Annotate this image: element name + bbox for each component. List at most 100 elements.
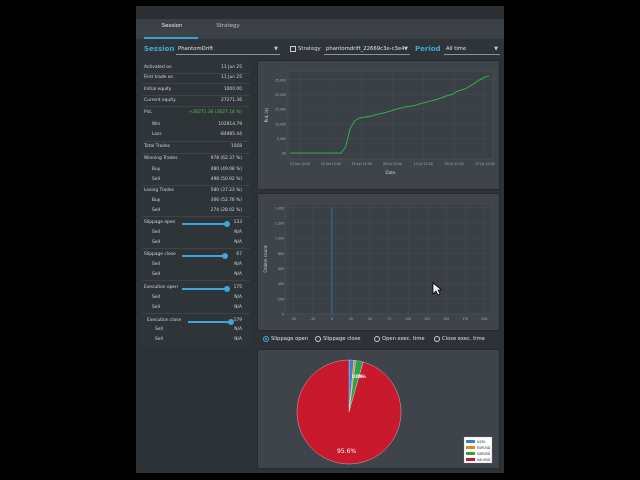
slippage-open-label: Slippage open bbox=[144, 220, 176, 225]
period-select[interactable]: All time ▼ bbox=[444, 43, 500, 55]
strategy-select-value: phantomdrift_22669c3e-c3e4 bbox=[326, 46, 405, 52]
app-window: Session Strategy Session PhantomDrift ▼ … bbox=[136, 6, 504, 473]
tab-session[interactable]: Session bbox=[142, 23, 202, 29]
period-label: Period bbox=[415, 45, 441, 53]
pie-data-label: 95.6% bbox=[337, 448, 356, 455]
chevron-down-icon: ▼ bbox=[494, 46, 498, 52]
filter-bar: Session PhantomDrift ▼ Strategy phantomd… bbox=[136, 39, 504, 59]
slippage-open-sell-value: N/A bbox=[234, 230, 242, 235]
y-tick-label: 0k bbox=[282, 152, 286, 156]
execution-close-sell2-label: Sell bbox=[155, 337, 163, 342]
legend-swatch bbox=[466, 440, 475, 443]
chevron-down-icon: ▼ bbox=[274, 46, 278, 52]
divider bbox=[142, 73, 250, 74]
slippage-close-slider-track[interactable] bbox=[182, 255, 224, 257]
radio-slippage-close[interactable] bbox=[315, 336, 321, 342]
y-tick-label: 10,000 bbox=[275, 122, 286, 126]
losing-buy-value: 306 (52.76 %) bbox=[210, 198, 242, 203]
execution-close-sell-label: Sell bbox=[155, 327, 163, 332]
activated-on-value: 11 Jun 25 bbox=[221, 65, 242, 70]
current-equity-value: 27271.36 bbox=[221, 98, 242, 103]
divider bbox=[142, 153, 250, 154]
x-tick-label: 06 Jul 12:00 bbox=[383, 162, 402, 166]
activated-on-label: Activated on bbox=[144, 65, 172, 70]
x-tick-label: 13 Jul 12:00 bbox=[414, 162, 433, 166]
pie-data-label: 0.0% bbox=[356, 374, 366, 379]
x-tick-label: 20 Jul 12:00 bbox=[445, 162, 464, 166]
y-tick-label: 15,000 bbox=[275, 108, 286, 112]
legend-label: GBPUSD bbox=[477, 452, 491, 456]
radio-slippage-open-label: Slippage open bbox=[271, 336, 309, 342]
y-tick-label: 25,000 bbox=[275, 78, 286, 82]
strategy-label: Strategy bbox=[298, 46, 321, 52]
x-tick-label: 27 Jul 12:00 bbox=[475, 162, 494, 166]
slippage-close-sell-value: N/A bbox=[234, 262, 242, 267]
divider bbox=[142, 185, 250, 186]
x-tick-label: 50 bbox=[368, 317, 372, 321]
execution-open-sell2-label: Sell bbox=[152, 305, 160, 310]
y-tick-label: 0 bbox=[282, 313, 284, 317]
slippage-open-sell-label: Sell bbox=[152, 230, 160, 235]
divider bbox=[142, 216, 250, 217]
stats-panel: Activated on 11 Jun 25 First trade on 11… bbox=[138, 61, 250, 347]
slippage-close-slider-thumb[interactable] bbox=[222, 253, 228, 259]
radio-open-exec-time-label: Open exec. time bbox=[382, 336, 425, 342]
divider bbox=[142, 95, 250, 96]
mouse-cursor-icon bbox=[432, 282, 442, 296]
session-select[interactable]: PhantomDrift ▼ bbox=[176, 43, 280, 55]
loss-value: -84985.44 bbox=[219, 132, 242, 137]
execution-open-slider-track[interactable] bbox=[182, 288, 226, 290]
total-trades-label: Total Trades bbox=[144, 144, 170, 149]
first-trade-label: First trade on bbox=[144, 75, 174, 80]
divider bbox=[142, 280, 250, 281]
tab-strategy[interactable]: Strategy bbox=[198, 23, 258, 29]
execution-close-slider-track[interactable] bbox=[188, 321, 230, 323]
y-tick-label: 400 bbox=[278, 282, 284, 286]
loss-label: Loss bbox=[152, 132, 162, 137]
divider bbox=[142, 248, 250, 249]
y-tick-label: 1,200 bbox=[275, 221, 284, 225]
session-select-value: PhantomDrift bbox=[178, 46, 214, 52]
y-tick-label: 1,000 bbox=[275, 237, 284, 241]
slippage-open-slider-track[interactable] bbox=[182, 223, 226, 225]
pnl-chart-panel: 0k 5,000 10,000 15,000 20,000 25,000 15 Jun 12… bbox=[257, 60, 500, 190]
x-tick-label: 150 bbox=[443, 317, 449, 321]
radio-close-exec-time[interactable] bbox=[434, 336, 440, 342]
losing-sell-value: 274 (28.02 %) bbox=[210, 208, 242, 213]
winning-trades-value: 978 (62.37 %) bbox=[210, 156, 242, 161]
slippage-open-sell2-label: Sell bbox=[152, 240, 160, 245]
histogram-bar bbox=[332, 313, 334, 314]
winning-trades-label: Winning Trades bbox=[144, 156, 178, 161]
current-equity-label: Current equity bbox=[144, 98, 176, 103]
x-tick-label: 75 bbox=[387, 317, 391, 321]
chevron-down-icon: ▼ bbox=[404, 46, 408, 52]
radio-slippage-close-label: Slippage close bbox=[323, 336, 361, 342]
execution-open-slider-thumb[interactable] bbox=[224, 286, 230, 292]
radio-open-exec-time[interactable] bbox=[374, 336, 380, 342]
slippage-open-slider-thumb[interactable] bbox=[224, 221, 230, 227]
legend-swatch bbox=[466, 458, 475, 461]
execution-open-sell-value: N/A bbox=[234, 295, 242, 300]
legend-swatch bbox=[466, 452, 475, 455]
orders-histogram-panel: 0 200 400 600 800 1,000 1,200 1,400 -50 -25 0 25 50 7… bbox=[257, 193, 500, 331]
execution-close-value: 179 bbox=[233, 318, 242, 323]
winning-buy-label: Buy bbox=[152, 167, 161, 172]
radio-slippage-open[interactable] bbox=[263, 336, 269, 342]
divider bbox=[142, 106, 250, 107]
strategy-select[interactable]: phantomdrift_22669c3e-c3e4 ▼ bbox=[324, 43, 410, 55]
x-tick-label: 200 bbox=[481, 317, 487, 321]
slippage-open-value: 133 bbox=[233, 220, 242, 225]
pnl-chart: 0k 5,000 10,000 15,000 20,000 25,000 15 Jun 12… bbox=[264, 70, 495, 175]
pnl-label: PnL bbox=[144, 110, 152, 115]
x-tick-label: 0 bbox=[331, 317, 333, 321]
session-label: Session bbox=[144, 45, 175, 53]
x-tick-label: -50 bbox=[291, 317, 296, 321]
y-axis-label: PnL ($) bbox=[264, 107, 269, 122]
slippage-close-sell2-label: Sell bbox=[152, 272, 160, 277]
execution-close-label: Execution close bbox=[147, 318, 182, 323]
win-label: Win bbox=[152, 122, 161, 127]
tab-bar: Session Strategy bbox=[136, 19, 504, 39]
strategy-checkbox[interactable] bbox=[290, 46, 296, 52]
initial-equity-value: 1000.00 bbox=[223, 87, 242, 92]
metric-radio-group: Slippage open Slippage close Open exec. … bbox=[257, 333, 500, 346]
